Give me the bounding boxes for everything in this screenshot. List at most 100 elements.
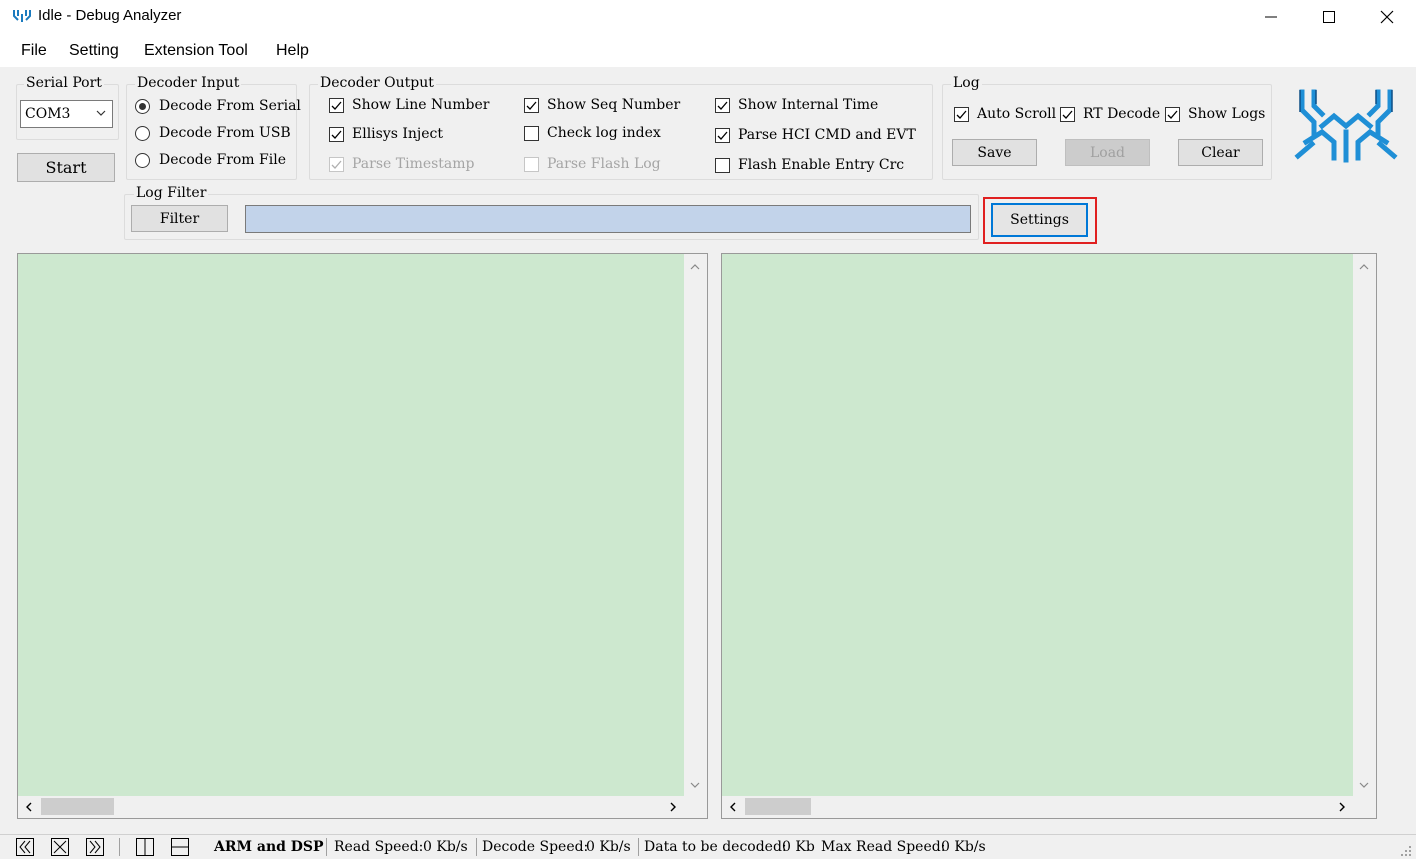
- checkbox: [329, 126, 344, 142]
- decode-speed-label: Decode Speed:: [482, 839, 589, 855]
- read-speed-value: 0 Kb/s: [423, 839, 468, 855]
- max-read-label: Max Read Speed:: [821, 839, 946, 855]
- radio-decode-usb[interactable]: Decode From USB: [135, 125, 291, 141]
- title-bar: Idle - Debug Analyzer: [0, 0, 1416, 34]
- scroll-up-icon[interactable]: [1359, 262, 1369, 272]
- realtek-logo-icon: [13, 10, 31, 22]
- collapse-left-icon[interactable]: [16, 838, 34, 856]
- checkbox-auto-scroll[interactable]: Auto Scroll: [954, 106, 1056, 122]
- left-vertical-scrollbar[interactable]: [684, 254, 707, 796]
- checkbox: [954, 106, 969, 122]
- minimize-button[interactable]: [1242, 0, 1300, 34]
- serial-port-value: COM3: [25, 106, 71, 122]
- maximize-icon: [1323, 11, 1335, 23]
- checkbox: [715, 127, 730, 143]
- collapse-both-icon[interactable]: [51, 838, 69, 856]
- settings-button[interactable]: Settings: [991, 203, 1088, 237]
- check-icon: [1167, 110, 1178, 119]
- checkbox: [524, 125, 539, 141]
- radio-decode-serial[interactable]: Decode From Serial: [135, 98, 301, 114]
- decode-speed-value: 0 Kb/s: [586, 839, 631, 855]
- save-button[interactable]: Save: [952, 139, 1037, 166]
- decoder-output-label: Decoder Output: [318, 75, 436, 91]
- check-icon: [331, 160, 342, 169]
- status-bar: ARM and DSP Read Speed: 0 Kb/s Decode Sp…: [0, 834, 1416, 859]
- checkbox-show-seq-number[interactable]: Show Seq Number: [524, 97, 680, 113]
- left-log-panel[interactable]: [17, 253, 708, 819]
- left-scroll-thumb[interactable]: [41, 798, 114, 815]
- close-button[interactable]: [1358, 0, 1416, 34]
- radio-button: [135, 125, 150, 141]
- checkbox-ellisys-inject[interactable]: Ellisys Inject: [329, 126, 443, 142]
- checkbox-show-logs[interactable]: Show Logs: [1165, 106, 1265, 122]
- check-icon: [526, 101, 537, 110]
- maximize-button[interactable]: [1300, 0, 1358, 34]
- checkbox-parse-timestamp: Parse Timestamp: [329, 156, 475, 172]
- status-separator: [326, 838, 327, 856]
- chevron-down-icon: [96, 110, 106, 116]
- pending-value: 0 Kb: [782, 839, 815, 855]
- status-separator: [476, 838, 477, 856]
- load-button: Load: [1065, 139, 1150, 166]
- scroll-down-icon[interactable]: [690, 780, 700, 790]
- start-button[interactable]: Start: [17, 153, 115, 182]
- checkbox-parse-hci[interactable]: Parse HCI CMD and EVT: [715, 127, 916, 143]
- scroll-right-icon[interactable]: [668, 802, 678, 812]
- menu-help[interactable]: Help: [276, 42, 309, 60]
- scroll-left-icon[interactable]: [728, 802, 738, 812]
- check-icon: [331, 130, 342, 139]
- radio-decode-file[interactable]: Decode From File: [135, 152, 286, 168]
- checkbox: [1165, 106, 1180, 122]
- menu-setting[interactable]: Setting: [69, 42, 119, 60]
- serial-port-select[interactable]: COM3: [20, 100, 113, 128]
- check-icon: [331, 101, 342, 110]
- checkbox: [329, 97, 344, 113]
- checkbox-flash-enable-entry-crc[interactable]: Flash Enable Entry Crc: [715, 157, 904, 173]
- checkbox-show-line-number[interactable]: Show Line Number: [329, 97, 489, 113]
- collapse-right-icon[interactable]: [86, 838, 104, 856]
- right-log-panel[interactable]: [721, 253, 1377, 819]
- serial-port-label: Serial Port: [24, 75, 104, 91]
- checkbox-check-log-index[interactable]: Check log index: [524, 125, 661, 141]
- scroll-left-icon[interactable]: [24, 802, 34, 812]
- right-scroll-thumb[interactable]: [745, 798, 811, 815]
- checkbox: [329, 156, 344, 172]
- left-horizontal-scrollbar[interactable]: [18, 796, 707, 818]
- pending-label: Data to be decoded:: [644, 839, 787, 855]
- checkbox: [715, 97, 730, 113]
- status-mode: ARM and DSP: [214, 839, 324, 855]
- scroll-down-icon[interactable]: [1359, 780, 1369, 790]
- status-separator: [119, 838, 120, 856]
- check-icon: [717, 101, 728, 110]
- window-title: Idle - Debug Analyzer: [38, 7, 182, 24]
- checkbox-parse-flash-log: Parse Flash Log: [524, 156, 661, 172]
- read-speed-label: Read Speed:: [334, 839, 424, 855]
- clear-button[interactable]: Clear: [1178, 139, 1263, 166]
- check-icon: [956, 110, 967, 119]
- filter-button[interactable]: Filter: [131, 205, 228, 232]
- checkbox: [715, 157, 730, 173]
- status-separator: [638, 838, 639, 856]
- close-icon: [1380, 10, 1394, 24]
- split-horizontal-icon[interactable]: [171, 838, 189, 856]
- menu-bar: File Setting Extension Tool Help: [0, 34, 1416, 68]
- checkbox-rt-decode[interactable]: RT Decode: [1060, 106, 1160, 122]
- scroll-up-icon[interactable]: [690, 262, 700, 272]
- menu-extension-tool[interactable]: Extension Tool: [144, 42, 248, 60]
- checkbox-show-internal-time[interactable]: Show Internal Time: [715, 97, 878, 113]
- check-icon: [1062, 110, 1073, 119]
- radio-button: [135, 98, 150, 114]
- right-horizontal-scrollbar[interactable]: [722, 796, 1376, 818]
- radio-button: [135, 152, 150, 168]
- split-vertical-icon[interactable]: [136, 838, 154, 856]
- realtek-crab-logo-icon: [1294, 89, 1398, 163]
- checkbox: [1060, 106, 1075, 122]
- right-vertical-scrollbar[interactable]: [1353, 254, 1376, 796]
- checkbox: [524, 97, 539, 113]
- log-filter-label: Log Filter: [134, 185, 209, 201]
- log-label: Log: [951, 75, 982, 91]
- scroll-right-icon[interactable]: [1337, 802, 1347, 812]
- menu-file[interactable]: File: [21, 42, 47, 60]
- resize-grip-icon[interactable]: [1400, 845, 1412, 857]
- filter-input[interactable]: [245, 205, 971, 233]
